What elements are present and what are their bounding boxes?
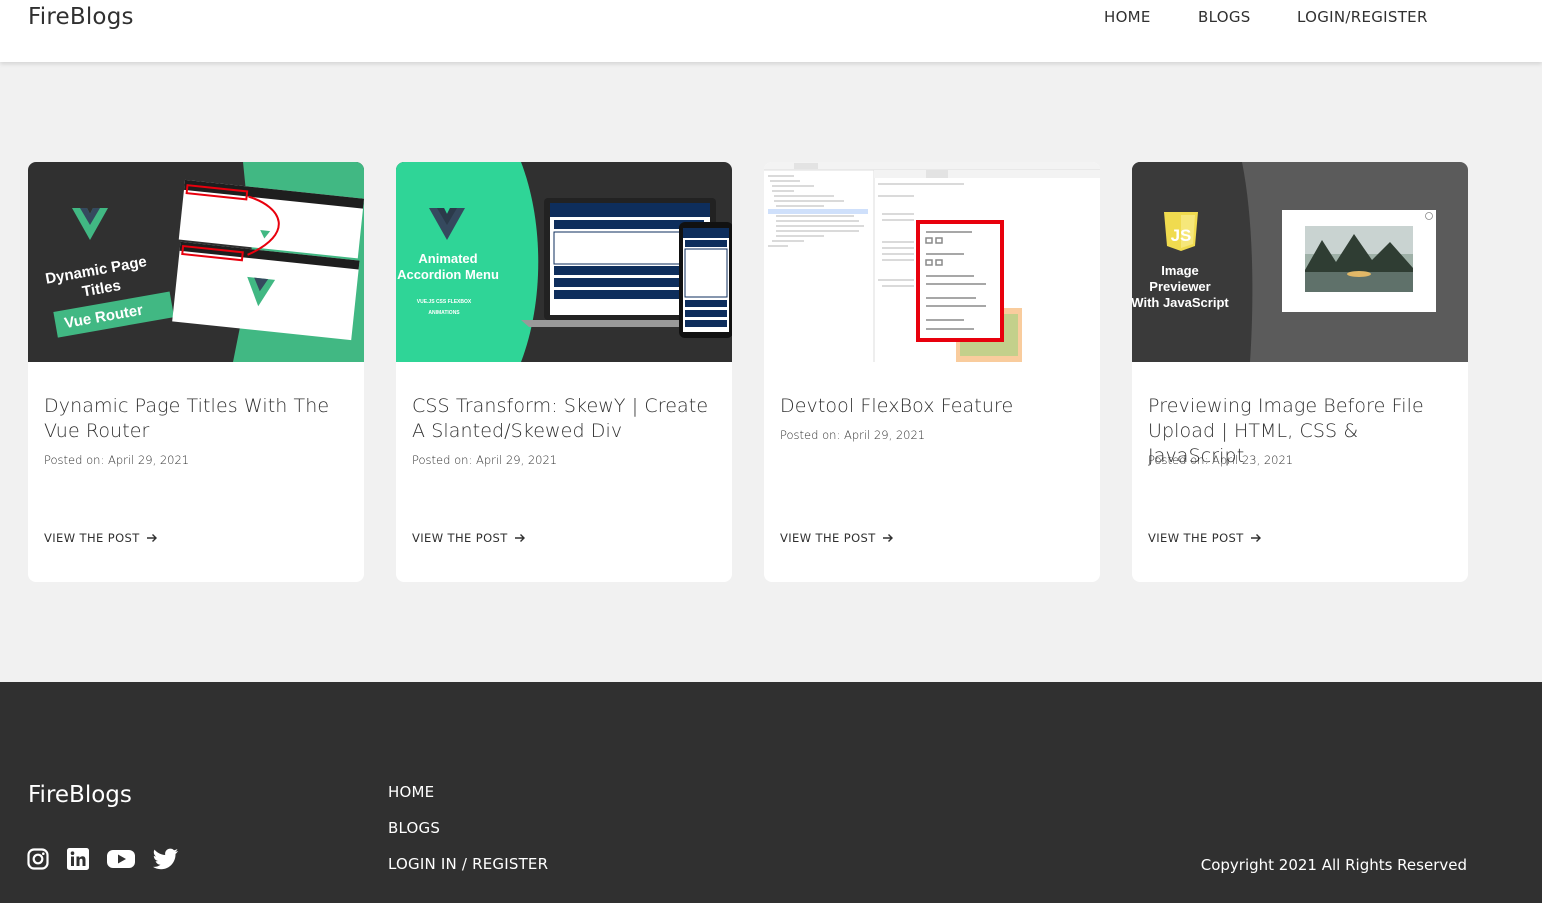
blog-card-thumbnail[interactable]: Animated Accordion Menu VUE.JS CSS FLEXB… bbox=[396, 162, 732, 362]
blog-card-date: Posted on: April 23, 2021 bbox=[1148, 453, 1294, 467]
blog-card-date: Posted on: April 29, 2021 bbox=[44, 453, 190, 467]
blog-card: Devtool FlexBox Feature Posted on: April… bbox=[764, 162, 1100, 582]
footer-link-home[interactable]: HOME bbox=[388, 783, 434, 801]
blog-card-title[interactable]: CSS Transform: SkewY | Create A Slanted/… bbox=[412, 394, 712, 444]
nav-home[interactable]: HOME bbox=[1104, 8, 1151, 26]
thumb-tags: VUE.JS CSS FLEXBOX bbox=[417, 299, 472, 305]
social-links bbox=[27, 848, 179, 874]
arrow-right-icon bbox=[1250, 534, 1261, 542]
nav-blogs[interactable]: BLOGS bbox=[1198, 8, 1251, 26]
view-post-label: VIEW THE POST bbox=[412, 531, 508, 545]
thumb-js-logo: JS bbox=[1171, 226, 1192, 245]
nav-login-register[interactable]: LOGIN/REGISTER bbox=[1297, 8, 1428, 26]
blog-card-thumbnail[interactable] bbox=[764, 162, 1100, 362]
thumb-line2: Previewer bbox=[1149, 279, 1210, 294]
footer-link-blogs[interactable]: BLOGS bbox=[388, 819, 440, 837]
instagram-icon[interactable] bbox=[27, 848, 49, 874]
arrow-right-icon bbox=[882, 534, 893, 542]
view-post-label: VIEW THE POST bbox=[44, 531, 140, 545]
footer-logo[interactable]: FireBlogs bbox=[28, 782, 132, 808]
thumb-line2: Accordion Menu bbox=[397, 267, 499, 282]
arrow-right-icon bbox=[146, 534, 157, 542]
thumb-line1: Animated bbox=[418, 251, 477, 266]
view-post-link[interactable]: VIEW THE POST bbox=[44, 531, 158, 545]
blog-card-thumbnail[interactable]: JS Image Previewer With JavaScript bbox=[1132, 162, 1468, 362]
blog-card: JS Image Previewer With JavaScript Previ… bbox=[1132, 162, 1468, 582]
site-footer: FireBlogs HOME BLOGS LOGIN IN / REGISTER… bbox=[0, 682, 1542, 903]
youtube-icon[interactable] bbox=[107, 848, 135, 874]
blog-card: Animated Accordion Menu VUE.JS CSS FLEXB… bbox=[396, 162, 732, 582]
view-post-link[interactable]: VIEW THE POST bbox=[1148, 531, 1262, 545]
blog-card-thumbnail[interactable]: Dynamic Page Titles Vue Router bbox=[28, 162, 364, 362]
thumb-line3: With JavaScript bbox=[1132, 295, 1229, 310]
view-post-link[interactable]: VIEW THE POST bbox=[412, 531, 526, 545]
site-logo[interactable]: FireBlogs bbox=[28, 4, 134, 30]
view-post-label: VIEW THE POST bbox=[1148, 531, 1244, 545]
thumb-tags2: ANIMATIONS bbox=[428, 310, 460, 316]
footer-link-login-register[interactable]: LOGIN IN / REGISTER bbox=[388, 855, 548, 873]
blog-card: Dynamic Page Titles Vue Router Dynamic P… bbox=[28, 162, 364, 582]
view-post-label: VIEW THE POST bbox=[780, 531, 876, 545]
arrow-right-icon bbox=[514, 534, 525, 542]
thumb-line1: Image bbox=[1161, 263, 1199, 278]
blog-card-title[interactable]: Dynamic Page Titles With The Vue Router bbox=[44, 394, 344, 444]
blog-card-date: Posted on: April 29, 2021 bbox=[780, 428, 926, 442]
copyright-text: Copyright 2021 All Rights Reserved bbox=[1200, 856, 1467, 874]
blog-card-title[interactable]: Devtool FlexBox Feature bbox=[780, 394, 1080, 419]
blog-card-date: Posted on: April 29, 2021 bbox=[412, 453, 558, 467]
linkedin-icon[interactable] bbox=[67, 848, 89, 874]
site-header: FireBlogs HOME BLOGS LOGIN/REGISTER bbox=[0, 0, 1542, 62]
twitter-icon[interactable] bbox=[152, 848, 179, 874]
view-post-link[interactable]: VIEW THE POST bbox=[780, 531, 894, 545]
